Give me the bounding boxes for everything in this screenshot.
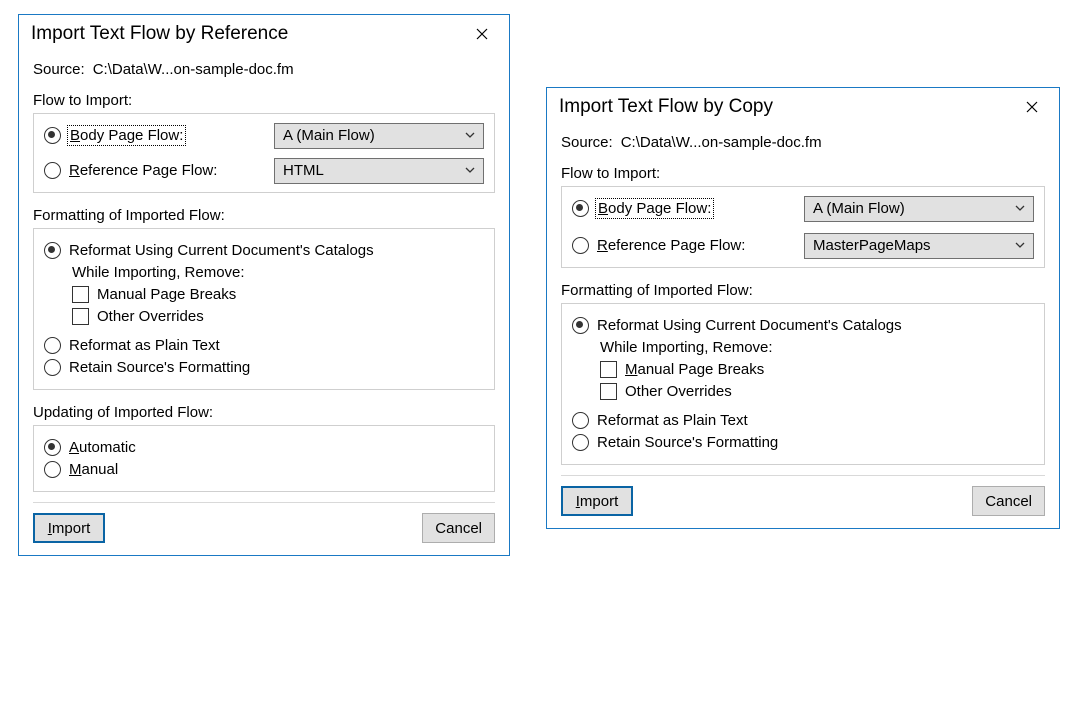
body-page-flow-combo[interactable]: A (Main Flow): [274, 123, 484, 149]
combo-value: A (Main Flow): [283, 127, 375, 144]
reference-page-flow-radio[interactable]: Reference Page Flow:: [572, 237, 794, 254]
cancel-button[interactable]: Cancel: [972, 486, 1045, 516]
radio-icon: [44, 461, 61, 478]
button-bar: Import Cancel: [33, 513, 495, 543]
titlebar: Import Text Flow by Copy: [547, 88, 1059, 124]
reference-page-flow-label: Reference Page Flow:: [597, 237, 745, 254]
retain-source-label: Retain Source's Formatting: [597, 434, 778, 451]
reference-page-flow-combo[interactable]: MasterPageMaps: [804, 233, 1034, 259]
updating-label: Updating of Imported Flow:: [33, 404, 495, 421]
reference-page-flow-radio[interactable]: Reference Page Flow:: [44, 162, 264, 179]
radio-icon: [44, 127, 61, 144]
reformat-catalogs-label: Reformat Using Current Document's Catalo…: [69, 242, 374, 259]
radio-icon: [572, 412, 589, 429]
retain-source-radio[interactable]: Retain Source's Formatting: [572, 434, 1034, 451]
reformat-catalogs-radio[interactable]: Reformat Using Current Document's Catalo…: [44, 242, 484, 259]
close-icon: [476, 28, 488, 40]
chevron-down-icon: [1015, 200, 1025, 217]
while-importing-label: While Importing, Remove:: [72, 264, 484, 281]
checkbox-icon: [600, 361, 617, 378]
close-button[interactable]: [1015, 94, 1049, 120]
radio-icon: [44, 242, 61, 259]
automatic-label: Automatic: [69, 439, 136, 456]
radio-icon: [44, 162, 61, 179]
source-label: Source:: [33, 61, 85, 78]
reformat-catalogs-radio[interactable]: Reformat Using Current Document's Catalo…: [572, 317, 1034, 334]
body-page-flow-radio[interactable]: Body Page Flow:: [572, 200, 794, 217]
formatting-group: Reformat Using Current Document's Catalo…: [561, 303, 1045, 465]
body-page-flow-radio[interactable]: Body Page Flow:: [44, 127, 264, 144]
combo-value: MasterPageMaps: [813, 237, 931, 254]
manual-radio[interactable]: Manual: [44, 461, 484, 478]
body-page-flow-combo[interactable]: A (Main Flow): [804, 196, 1034, 222]
checkbox-icon: [600, 383, 617, 400]
source-value: C:\Data\W...on-sample-doc.fm: [93, 61, 294, 78]
reformat-plain-radio[interactable]: Reformat as Plain Text: [572, 412, 1034, 429]
checkbox-icon: [72, 308, 89, 325]
manual-page-breaks-checkbox[interactable]: Manual Page Breaks: [72, 286, 484, 303]
combo-value: HTML: [283, 162, 324, 179]
flow-to-import-label: Flow to Import:: [33, 92, 495, 109]
reformat-plain-radio[interactable]: Reformat as Plain Text: [44, 337, 484, 354]
reformat-plain-label: Reformat as Plain Text: [597, 412, 748, 429]
close-button[interactable]: [465, 21, 499, 47]
manual-page-breaks-label: Manual Page Breaks: [97, 286, 236, 303]
radio-icon: [572, 434, 589, 451]
other-overrides-checkbox[interactable]: Other Overrides: [72, 308, 484, 325]
manual-label: Manual: [69, 461, 118, 478]
radio-icon: [572, 317, 589, 334]
flow-to-import-label: Flow to Import:: [561, 165, 1045, 182]
radio-icon: [44, 337, 61, 354]
import-by-reference-dialog: Import Text Flow by Reference Source: C:…: [18, 14, 510, 556]
reformat-catalogs-label: Reformat Using Current Document's Catalo…: [597, 317, 902, 334]
retain-source-label: Retain Source's Formatting: [69, 359, 250, 376]
retain-source-radio[interactable]: Retain Source's Formatting: [44, 359, 484, 376]
source-row: Source: C:\Data\W...on-sample-doc.fm: [561, 134, 1045, 151]
combo-value: A (Main Flow): [813, 200, 905, 217]
body-page-flow-label: Body Page Flow:: [69, 127, 184, 144]
other-overrides-checkbox[interactable]: Other Overrides: [600, 383, 1034, 400]
formatting-label: Formatting of Imported Flow:: [33, 207, 495, 224]
close-icon: [1026, 101, 1038, 113]
source-row: Source: C:\Data\W...on-sample-doc.fm: [33, 61, 495, 78]
manual-page-breaks-checkbox[interactable]: Manual Page Breaks: [600, 361, 1034, 378]
flow-group: Body Page Flow: A (Main Flow) Reference …: [33, 113, 495, 193]
reformat-plain-label: Reformat as Plain Text: [69, 337, 220, 354]
updating-group: Automatic Manual: [33, 425, 495, 492]
reference-page-flow-label: Reference Page Flow:: [69, 162, 217, 179]
reference-page-flow-combo[interactable]: HTML: [274, 158, 484, 184]
import-button[interactable]: Import: [561, 486, 633, 516]
source-value: C:\Data\W...on-sample-doc.fm: [621, 134, 822, 151]
radio-icon: [44, 359, 61, 376]
source-label: Source:: [561, 134, 613, 151]
other-overrides-label: Other Overrides: [97, 308, 204, 325]
formatting-label: Formatting of Imported Flow:: [561, 282, 1045, 299]
while-importing-label: While Importing, Remove:: [600, 339, 1034, 356]
chevron-down-icon: [465, 127, 475, 144]
dialog-title: Import Text Flow by Reference: [31, 23, 288, 45]
separator: [561, 475, 1045, 476]
titlebar: Import Text Flow by Reference: [19, 15, 509, 51]
radio-icon: [572, 237, 589, 254]
checkbox-icon: [72, 286, 89, 303]
manual-page-breaks-label: Manual Page Breaks: [625, 361, 764, 378]
chevron-down-icon: [1015, 237, 1025, 254]
dialog-title: Import Text Flow by Copy: [559, 96, 773, 118]
other-overrides-label: Other Overrides: [625, 383, 732, 400]
flow-group: Body Page Flow: A (Main Flow) Reference …: [561, 186, 1045, 268]
radio-icon: [572, 200, 589, 217]
import-by-copy-dialog: Import Text Flow by Copy Source: C:\Data…: [546, 87, 1060, 529]
formatting-group: Reformat Using Current Document's Catalo…: [33, 228, 495, 390]
cancel-button[interactable]: Cancel: [422, 513, 495, 543]
button-bar: Import Cancel: [561, 486, 1045, 516]
body-page-flow-label: Body Page Flow:: [597, 200, 712, 217]
automatic-radio[interactable]: Automatic: [44, 439, 484, 456]
chevron-down-icon: [465, 162, 475, 179]
radio-icon: [44, 439, 61, 456]
separator: [33, 502, 495, 503]
import-button[interactable]: Import: [33, 513, 105, 543]
